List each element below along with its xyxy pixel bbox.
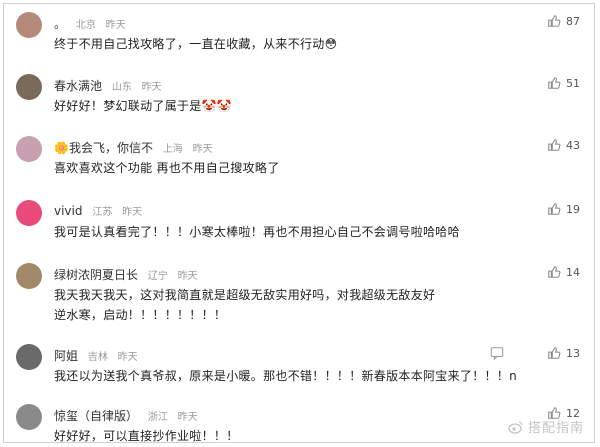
thumbs-up-icon (548, 15, 561, 27)
comment-text: 我天我天我天，这对我简直就是超级无敌实用好吗，对我超级无敌友好 逆水寒，启动！！… (54, 285, 524, 325)
comment-list: 。 北京 昨天 终于不用自己找攻略了，一直在收藏，从来不行动😳 87 春水满池 … (3, 3, 595, 443)
like-button[interactable]: 14 (547, 265, 580, 279)
comment-meta: 春水满池 山东 昨天 (54, 77, 162, 94)
comment-text-line: 我天我天我天，这对我简直就是超级无敌实用好吗，对我超级无敌友好 (54, 288, 436, 302)
location: 辽宁 (147, 271, 168, 282)
comment-text-line: 我可是认真看完了！！！小寒太棒啦！再也不用担心自己不会调号啦哈哈哈 (54, 225, 460, 239)
like-count: 87 (566, 14, 580, 28)
avatar[interactable] (16, 263, 42, 289)
thumbs-up-icon (548, 347, 561, 359)
comment-meta: 。 北京 昨天 (54, 15, 126, 32)
username[interactable]: 惊玺（自律版） (54, 409, 138, 423)
thumbs-up-icon (548, 77, 561, 89)
thumbs-up-icon (548, 266, 561, 278)
avatar[interactable] (16, 74, 42, 100)
username[interactable]: 绿树浓阴夏日长 (54, 268, 138, 282)
watermark-text: 搭配指南 (527, 421, 584, 436)
comment-text-line: 我还以为送我个真爷叔，原来是小暖。那也不错！！！！新春版本本阿宝来了！！！n (54, 369, 518, 383)
watermark: 搭配指南 (508, 417, 584, 436)
location: 北京 (75, 20, 96, 31)
like-count: 13 (566, 346, 580, 360)
comment-text-line: 好好好！梦幻联动了属于是 (54, 99, 202, 113)
avatar[interactable] (16, 12, 42, 38)
comment-text: 终于不用自己找攻略了，一直在收藏，从来不行动😳 (54, 34, 524, 54)
location: 江苏 (92, 207, 113, 218)
avatar[interactable] (16, 404, 42, 430)
comment-meta: 惊玺（自律版） 浙江 昨天 (54, 407, 198, 424)
timestamp: 昨天 (117, 352, 138, 363)
location: 吉林 (87, 352, 108, 363)
thumbs-up-icon (548, 139, 561, 151)
username[interactable]: 阿姐 (54, 349, 78, 363)
comment-text: 喜欢喜欢这个功能 再也不用自己搜攻略了 (54, 158, 524, 178)
timestamp: 昨天 (105, 20, 126, 31)
timestamp: 昨天 (192, 144, 213, 155)
comment-text-line: 好好好，可以直接抄作业啦！！！ (54, 429, 239, 443)
comment-text-line: 终于不用自己找攻略了，一直在收藏，从来不行动 (54, 37, 325, 51)
like-button[interactable]: 51 (547, 76, 580, 90)
username[interactable]: 春水满池 (54, 79, 102, 93)
like-count: 43 (566, 138, 580, 152)
thumbs-up-icon (548, 203, 561, 215)
username[interactable]: vivid (54, 204, 83, 218)
comment-text: 好好好，可以直接抄作业啦！！！ (54, 426, 524, 446)
reply-icon[interactable] (490, 346, 504, 360)
comment-text: 好好好！梦幻联动了属于是🤡🤡 (54, 96, 524, 116)
weibo-logo-icon (508, 420, 523, 434)
comment-meta: 阿姐 吉林 昨天 (54, 347, 138, 364)
comment-meta: 绿树浓阴夏日长 辽宁 昨天 (54, 266, 198, 283)
like-button[interactable]: 43 (547, 138, 580, 152)
timestamp: 昨天 (177, 271, 198, 282)
avatar[interactable] (16, 200, 42, 226)
emoji-embarrassed-icon: 😳 (324, 37, 338, 51)
comment-meta: vivid 江苏 昨天 (54, 203, 142, 218)
like-button[interactable]: 19 (547, 202, 580, 216)
comment-text: 我还以为送我个真爷叔，原来是小暖。那也不错！！！！新春版本本阿宝来了！！！n (54, 366, 554, 386)
timestamp: 昨天 (122, 207, 143, 218)
like-button[interactable]: 13 (547, 346, 580, 360)
emoji-clown-icon: 🤡🤡 (201, 99, 233, 113)
location: 浙江 (147, 412, 168, 423)
username[interactable]: 🌼我会飞，你信不 (54, 141, 153, 155)
avatar[interactable] (16, 344, 42, 370)
timestamp: 昨天 (177, 412, 198, 423)
like-count: 51 (566, 76, 580, 90)
like-button[interactable]: 87 (547, 14, 580, 28)
location: 上海 (162, 144, 183, 155)
location: 山东 (111, 82, 132, 93)
comment-text: 我可是认真看完了！！！小寒太棒啦！再也不用担心自己不会调号啦哈哈哈 (54, 222, 524, 242)
like-count: 19 (566, 202, 580, 216)
username[interactable]: 。 (54, 17, 66, 31)
comment-meta: 🌼我会飞，你信不 上海 昨天 (54, 139, 213, 156)
like-count: 14 (566, 265, 580, 279)
avatar[interactable] (16, 136, 42, 162)
comment-text-line: 逆水寒，启动！！！！！！！！ (54, 308, 227, 322)
timestamp: 昨天 (141, 82, 162, 93)
comment-text-line: 喜欢喜欢这个功能 再也不用自己搜攻略了 (54, 161, 280, 175)
